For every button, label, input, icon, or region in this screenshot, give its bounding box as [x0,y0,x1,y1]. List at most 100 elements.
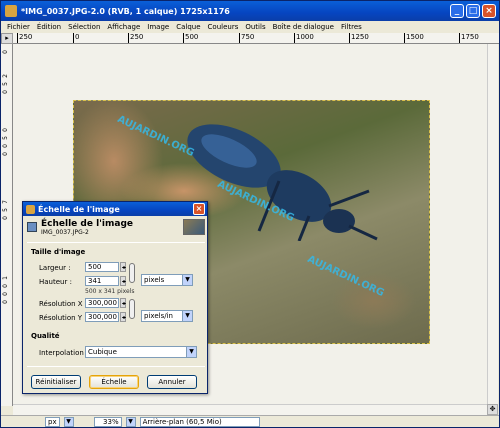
width-label: Largeur : [39,264,71,272]
ruler-tick: 5 [2,82,9,86]
menu-filtres[interactable]: Filtres [341,23,362,31]
quick-mask-corner-icon[interactable]: ▸ [1,33,13,44]
dialog-header: Échelle de l'image IMG_0037.JPG-2 [27,219,205,239]
res-x-label: Résolution X : [39,300,88,308]
dialog-subheading: IMG_0037.JPG-2 [41,229,89,236]
ruler-tick: 5 [2,208,9,212]
ruler-tick: 0 [73,33,80,43]
ruler-tick: 0 [2,284,9,288]
ruler-tick: 0 [2,152,9,156]
interpolation-label: Interpolation : [39,349,89,357]
dialog-title-bar[interactable]: Échelle de l'image × [23,202,207,216]
ruler-tick: 0 [2,128,9,132]
ruler-tick: 0 [2,292,9,296]
ruler-tick: 1500 [404,33,424,43]
res-unit-select[interactable]: pixels/in ▼ [141,310,193,322]
menu-affichage[interactable]: Affichage [107,23,140,31]
ruler-tick: 0 [2,50,9,54]
ruler-tick: 2 [2,74,9,78]
res-y-label: Résolution Y : [39,314,87,322]
image-thumbnail [183,219,205,235]
menu-fichier[interactable]: Fichier [7,23,30,31]
menu-image[interactable]: Image [147,23,169,31]
width-spinner[interactable] [120,262,126,272]
status-message: Arrière-plan (60,5 Mio) [139,416,260,427]
menu-boite-de-dialogue[interactable]: Boîte de dialogue [273,23,334,31]
ruler-tick: 1250 [349,33,369,43]
pixel-size-info: 500 x 341 pixels [85,288,135,295]
menu-edition[interactable]: Édition [37,23,61,31]
menu-couleurs[interactable]: Couleurs [208,23,239,31]
minimize-button[interactable]: _ [450,4,464,18]
unit-value: px [48,417,57,426]
horizontal-scrollbar[interactable] [13,404,488,415]
dialog-title: Échelle de l'image [38,204,120,214]
ruler-tick: 5 [2,136,9,140]
close-button[interactable]: × [482,4,496,18]
status-bar: px ▼ 33% ▼ Arrière-plan (60,5 Mio) [1,415,499,427]
ruler-tick: 0 [2,216,9,220]
window-title: *IMG_0037.JPG-2.0 (RVB, 1 calque) 1725x1… [21,6,230,16]
ruler-tick: 1 [2,276,9,280]
cancel-button[interactable]: Annuler [147,375,197,389]
divider [27,366,205,367]
width-input[interactable]: 500 [85,262,119,272]
gimp-dialog-icon [26,204,35,214]
zoom-value: 33% [103,417,119,426]
section-image-size: Taille d'image [31,248,86,256]
chevron-down-icon: ▼ [182,311,192,321]
height-input[interactable]: 341 [85,276,119,286]
size-unit-value: pixels [144,276,165,284]
ruler-tick: 0 [2,90,9,94]
chevron-down-icon: ▼ [182,275,192,285]
ruler-tick: 250 [17,33,33,43]
unit-select[interactable]: px [45,416,60,427]
section-quality: Qualité [31,332,60,340]
ruler-tick: 1750 [459,33,479,43]
reset-button[interactable]: Réinitialiser [31,375,81,389]
ruler-tick: 250 [128,33,144,43]
menu-selection[interactable]: Sélection [68,23,100,31]
scale-button[interactable]: Échelle [89,375,139,389]
beetle-photo [187,124,378,241]
ruler-tick: 0 [2,300,9,304]
horizontal-ruler[interactable]: 250 0 250 500 750 1000 1250 1500 1750 [13,33,499,44]
ruler-tick: 750 [239,33,255,43]
title-bar[interactable]: *IMG_0037.JPG-2.0 (RVB, 1 calque) 1725x1… [1,1,499,21]
res-unit-value: pixels/in [144,312,173,320]
dialog-close-button[interactable]: × [193,203,205,215]
scale-image-dialog: Échelle de l'image × Échelle de l'image … [22,201,208,394]
res-chain-link-icon[interactable] [129,299,135,319]
interpolation-select[interactable]: Cubique ▼ [85,346,197,358]
ruler-tick: 1000 [294,33,314,43]
vertical-ruler[interactable]: 0 2 5 0 0 5 0 0 7 5 0 1 0 0 0 [1,44,13,406]
interpolation-value: Cubique [88,348,117,356]
zoom-dropdown-icon[interactable]: ▼ [125,416,136,427]
ruler-tick: 500 [183,33,199,43]
res-y-input[interactable]: 300,000 [85,312,119,322]
maximize-button[interactable]: □ [466,4,480,18]
res-y-spinner[interactable] [120,312,126,322]
gimp-app-icon [5,5,17,17]
vertical-scrollbar[interactable] [487,44,498,406]
height-label: Hauteur : [39,278,72,286]
ruler-tick: 0 [2,144,9,148]
size-unit-select[interactable]: pixels ▼ [141,274,193,286]
navigate-icon[interactable]: ✥ [487,404,498,415]
chevron-down-icon: ▼ [186,347,196,357]
divider [27,242,205,243]
menu-bar: Fichier Édition Sélection Affichage Imag… [1,21,499,33]
status-message-text: Arrière-plan (60,5 Mio) [142,417,222,426]
menu-outils[interactable]: Outils [245,23,265,31]
scale-icon [27,222,37,232]
res-x-spinner[interactable] [120,298,126,308]
chain-link-icon[interactable] [129,263,135,283]
dialog-heading: Échelle de l'image [41,219,134,229]
unit-dropdown-icon[interactable]: ▼ [63,416,74,427]
watermark-text: AUJARDIN.ORG [305,253,386,300]
menu-calque[interactable]: Calque [176,23,200,31]
ruler-tick: 7 [2,200,9,204]
height-spinner[interactable] [120,276,126,286]
zoom-select[interactable]: 33% [93,416,122,427]
res-x-input[interactable]: 300,000 [85,298,119,308]
